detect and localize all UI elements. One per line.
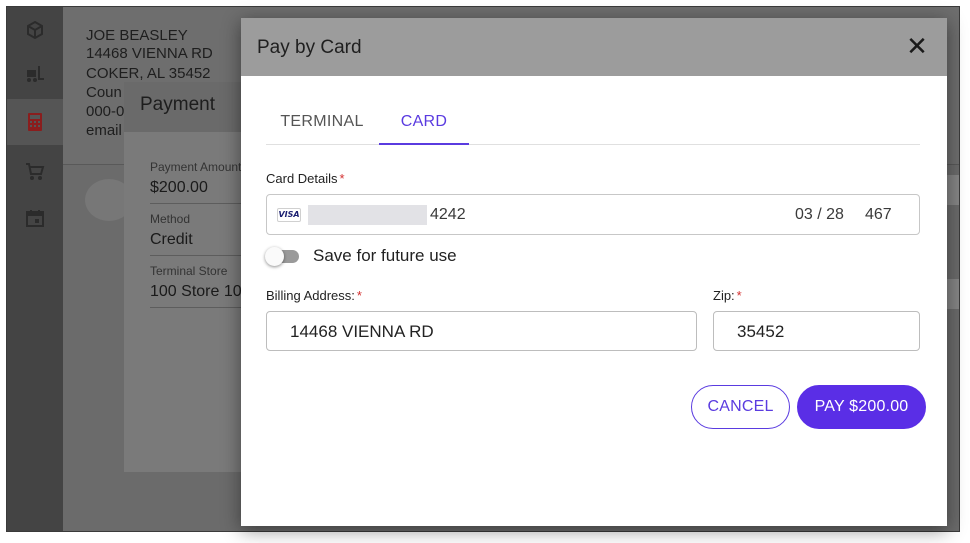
customer-address: 14468 VIENNA RD (86, 45, 213, 62)
pay-button[interactable]: PAY $200.00 (797, 385, 926, 429)
close-icon[interactable]: ✕ (903, 32, 931, 60)
package-icon[interactable] (7, 7, 63, 53)
customer-city: COKER, AL 35452 (86, 65, 211, 82)
billing-address-label: Billing Address: * (266, 288, 362, 303)
tab-card[interactable]: CARD (379, 105, 469, 145)
calculator-icon[interactable] (7, 99, 63, 145)
card-details-input[interactable]: VISA 4242 03 / 28 467 (266, 194, 920, 235)
forklift-icon[interactable] (7, 51, 63, 97)
card-details-label: Card Details * (266, 171, 345, 186)
card-cvc[interactable]: 467 (865, 206, 892, 224)
label-text: Card Details (266, 171, 338, 186)
cart-icon[interactable] (7, 149, 63, 195)
label-text: Billing Address: (266, 288, 355, 303)
dialog-header: Pay by Card ✕ (241, 18, 947, 76)
save-for-future-label: Save for future use (313, 246, 457, 265)
customer-phone: 000-0 (86, 103, 125, 120)
save-card-toggle[interactable] (265, 246, 301, 266)
pay-by-card-dialog: Pay by Card ✕ TERMINAL CARD Card Details… (241, 18, 947, 526)
card-expiry[interactable]: 03 / 28 (795, 206, 844, 224)
zip-input[interactable]: 35452 (713, 311, 920, 351)
customer-county: Coun (86, 84, 122, 101)
dialog-title: Pay by Card (257, 37, 362, 58)
toggle-knob (265, 247, 284, 266)
label-text: Zip: (713, 288, 735, 303)
visa-icon: VISA (277, 208, 301, 222)
nav-rail (7, 7, 63, 531)
required-mark: * (356, 288, 362, 303)
customer-email: email (86, 122, 122, 139)
payment-tabs: TERMINAL CARD (266, 105, 920, 145)
calendar-icon[interactable] (7, 195, 63, 241)
masked-card-number (308, 205, 427, 225)
tab-terminal[interactable]: TERMINAL (266, 105, 378, 145)
required-mark: * (339, 171, 345, 186)
customer-name: JOE BEASLEY (86, 27, 188, 44)
card-last4: 4242 (430, 206, 466, 223)
cancel-button[interactable]: CANCEL (691, 385, 790, 429)
billing-address-input[interactable]: 14468 VIENNA RD (266, 311, 697, 351)
zip-label: Zip: * (713, 288, 742, 303)
required-mark: * (736, 288, 742, 303)
